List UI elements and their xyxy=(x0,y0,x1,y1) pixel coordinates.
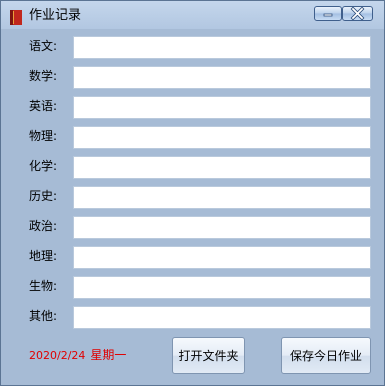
subject-label-chinese: 语文: xyxy=(29,39,58,53)
app-window: 作业记录 语文: 数学: 英语: 物理: 化学: 历史: 政治: 地理: 生物:… xyxy=(0,0,385,386)
subject-input-math[interactable] xyxy=(73,66,371,89)
subject-label-english: 英语: xyxy=(29,99,58,113)
book-icon xyxy=(10,10,22,25)
subject-label-other: 其他: xyxy=(29,309,58,323)
close-button[interactable] xyxy=(342,6,373,21)
save-today-button[interactable]: 保存今日作业 xyxy=(281,337,371,374)
subject-input-english[interactable] xyxy=(73,96,371,119)
subject-input-other[interactable] xyxy=(73,306,371,329)
subject-input-chinese[interactable] xyxy=(73,36,371,59)
subject-input-geography[interactable] xyxy=(73,246,371,269)
subject-input-history[interactable] xyxy=(73,186,371,209)
minimize-icon xyxy=(323,13,333,17)
subject-label-geography: 地理: xyxy=(29,249,58,263)
close-icon xyxy=(350,7,365,20)
open-folder-button[interactable]: 打开文件夹 xyxy=(172,337,245,374)
subject-label-chemistry: 化学: xyxy=(29,159,58,173)
subject-input-politics[interactable] xyxy=(73,216,371,239)
subject-label-math: 数学: xyxy=(29,69,58,83)
current-date: 2020/2/24 星期一 xyxy=(29,348,126,363)
weekday-value: 星期一 xyxy=(90,348,127,362)
title-bar[interactable]: 作业记录 xyxy=(1,1,384,29)
subject-label-history: 历史: xyxy=(29,189,58,203)
subject-input-chemistry[interactable] xyxy=(73,156,371,179)
date-value: 2020/2/24 xyxy=(29,349,86,362)
subject-label-politics: 政治: xyxy=(29,219,58,233)
subject-input-physics[interactable] xyxy=(73,126,371,149)
subject-input-biology[interactable] xyxy=(73,276,371,299)
window-title: 作业记录 xyxy=(29,8,82,23)
subject-label-physics: 物理: xyxy=(29,129,58,143)
minimize-button[interactable] xyxy=(314,6,342,21)
subject-label-biology: 生物: xyxy=(29,279,58,293)
